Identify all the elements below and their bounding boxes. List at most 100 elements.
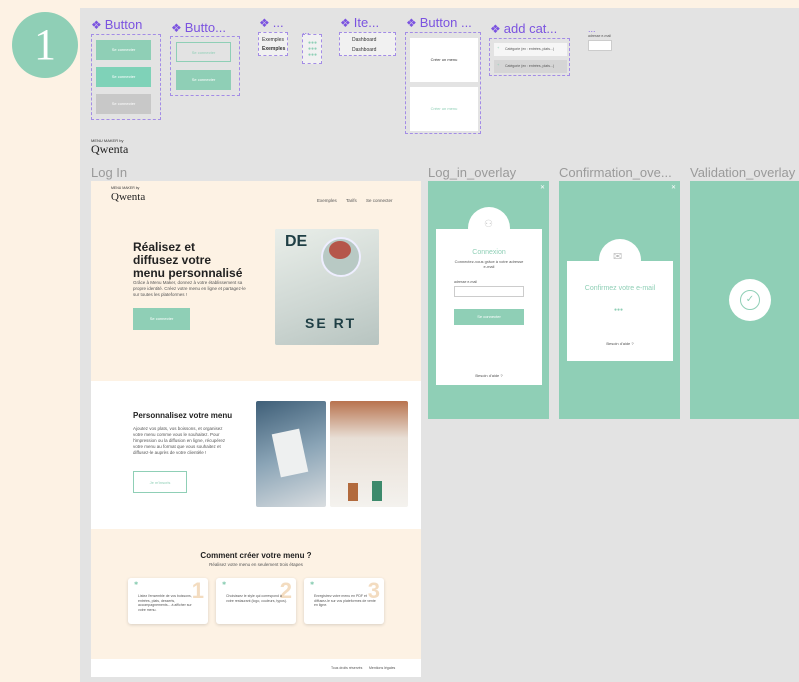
- menu-paper: [271, 428, 309, 478]
- variant-button-outline[interactable]: Se connecter: [176, 42, 231, 62]
- dots-icon: ●●● ●●● ●●●: [308, 40, 318, 58]
- footer-legal[interactable]: Mentions légales: [369, 666, 395, 670]
- menu-letters-de: DE: [285, 233, 308, 250]
- component-title-3[interactable]: ❖...: [259, 15, 284, 30]
- restaurant-photo: [330, 401, 408, 507]
- confirm-help-link[interactable]: Besoin d'aide ?: [567, 341, 673, 346]
- dessert-scoop: [329, 241, 351, 259]
- step-icon: ✱: [134, 581, 139, 587]
- close-icon[interactable]: ✕: [540, 184, 545, 191]
- nav-link-variant[interactable]: Exemples: [262, 37, 284, 43]
- variant-button-primary[interactable]: Se connecter: [96, 40, 151, 60]
- nav-exemples[interactable]: Exemples: [317, 198, 337, 203]
- variant-button-hover[interactable]: Se connecter: [96, 67, 151, 87]
- footer-rights[interactable]: Tous droits réservés: [331, 666, 362, 670]
- customize-title: Personnalisez votre menu: [133, 411, 233, 420]
- component-set-add-category[interactable]: + Catégorie (ex : entrées, plats...) + C…: [489, 38, 570, 76]
- component-icon: ❖: [171, 21, 182, 35]
- user-icon: ⚇: [484, 219, 493, 230]
- add-category-placeholder: Catégorie (ex : entrées, plats...): [505, 47, 555, 51]
- component-icon: ❖: [406, 16, 417, 30]
- variant-button-filled[interactable]: Se connecter: [176, 70, 231, 90]
- loading-dots-icon: ●●●: [614, 307, 624, 313]
- signup-button[interactable]: Je m'inscris: [133, 471, 187, 493]
- component-set-dots[interactable]: ●●● ●●● ●●●: [302, 34, 322, 64]
- login-modal: ⚇ Connexion Connectez-vous grâce à votre…: [436, 207, 542, 385]
- frame-confirmation-overlay[interactable]: ✕ ✉ Confirmez votre e-mail ●●● Besoin d'…: [559, 181, 680, 419]
- component-title-item[interactable]: ❖ Ite...: [340, 15, 379, 30]
- frame-label-login[interactable]: Log In: [91, 165, 127, 180]
- menu-letters-sert: SE RT: [305, 315, 357, 331]
- frame-login-page[interactable]: MENU MAKER by Qwenta Exemples Tarifs Se …: [91, 181, 421, 677]
- create-menu-card[interactable]: Créer un menu: [410, 38, 478, 82]
- add-category-placeholder: Catégorie (ex : entrées, plats...): [505, 64, 555, 68]
- item-variant[interactable]: Dashboard: [352, 37, 376, 43]
- steps-title: Comment créer votre menu ?: [200, 551, 312, 560]
- plus-icon: +: [497, 45, 500, 50]
- step-card-2: 2 ✱ Choisissez le style qui correspond à…: [216, 578, 296, 624]
- user-circle: ⚇: [468, 207, 510, 249]
- component-icon: ❖: [340, 16, 351, 30]
- customize-text: Ajoutez vos plats, vos boissons, et orga…: [133, 426, 226, 455]
- nav-se-connecter[interactable]: Se connecter: [366, 198, 393, 203]
- step-text: Enregistrez votre menu en PDF et diffuse…: [314, 594, 376, 607]
- create-menu-card-hover[interactable]: Créer un menu: [410, 87, 478, 131]
- step-card-3: 3 ✱ Enregistrez votre menu en PDF et dif…: [304, 578, 384, 624]
- nav-link-variant-active[interactable]: Exemples: [262, 46, 285, 52]
- step-card-1: 1 ✱ Listez l'ensemble de vos boissons, e…: [128, 578, 208, 624]
- component-title-button-3[interactable]: ❖ Button ...: [406, 15, 472, 30]
- nav-tarifs[interactable]: Tarifs: [346, 198, 357, 203]
- frame-label-validation-overlay[interactable]: Validation_overlay: [690, 165, 795, 180]
- email-field-label: adresse e-mail: [588, 34, 611, 38]
- frame-validation-overlay[interactable]: ✓: [690, 181, 799, 419]
- stool-left: [348, 483, 358, 501]
- email-field-component[interactable]: [588, 40, 612, 51]
- component-title-8[interactable]: ...: [588, 24, 596, 34]
- step-icon: ✱: [310, 581, 315, 587]
- customize-section: Personnalisez votre menu Ajoutez vos pla…: [91, 381, 421, 529]
- confirm-title: Confirmez votre e-mail: [584, 285, 656, 292]
- item-variant-active[interactable]: Dashboard: [352, 47, 376, 53]
- close-icon[interactable]: ✕: [671, 184, 676, 191]
- check-circle: ✓: [729, 279, 771, 321]
- create-menu-label: Créer un menu: [430, 106, 458, 111]
- step-text: Listez l'ensemble de vos boissons, entré…: [138, 594, 192, 612]
- hero-title: Réalisez et diffusez votre menu personna…: [133, 240, 243, 280]
- logo-qwenta: Qwenta: [91, 142, 129, 156]
- hero-connect-button[interactable]: Se connecter: [133, 308, 190, 330]
- stool-right: [372, 481, 382, 501]
- login-submit-button[interactable]: Se connecter: [454, 309, 524, 325]
- component-set-item[interactable]: Dashboard Dashboard: [339, 32, 396, 56]
- hero-photo: DE SE RT: [275, 229, 379, 345]
- email-input[interactable]: [454, 286, 524, 297]
- component-set-button-2[interactable]: Se connecter Se connecter: [170, 36, 240, 96]
- check-icon: ✓: [740, 290, 760, 310]
- create-menu-label: Créer un menu: [430, 57, 458, 62]
- frame-label-confirmation-overlay[interactable]: Confirmation_ove...: [559, 165, 672, 180]
- component-title-button[interactable]: ❖ Button: [91, 17, 142, 32]
- steps-subtitle: Réalisez votre menu en seulement trois é…: [209, 562, 303, 567]
- component-title-add-category[interactable]: ❖ add cat...: [490, 21, 557, 36]
- step-icon: ✱: [222, 581, 227, 587]
- logo-qwenta: Qwenta: [111, 191, 146, 203]
- variant-button-disabled[interactable]: Se connecter: [96, 94, 151, 114]
- component-set-create-menu[interactable]: Créer un menu Créer un menu: [405, 32, 481, 134]
- login-help-link[interactable]: Besoin d'aide ?: [436, 373, 542, 378]
- email-label: adresse e-mail: [454, 280, 477, 284]
- plus-icon: +: [497, 62, 500, 67]
- logo-caption: MENU MAKER by: [111, 186, 140, 190]
- add-category-field[interactable]: + Catégorie (ex : entrées, plats...): [494, 43, 567, 56]
- hero-section: MENU MAKER by Qwenta Exemples Tarifs Se …: [91, 181, 421, 381]
- component-icon: ❖: [91, 18, 102, 32]
- confirm-modal: ✉ Confirmez votre e-mail ●●● Besoin d'ai…: [567, 239, 673, 361]
- footer: Tous droits réservés Mentions légales: [91, 659, 421, 677]
- component-icon: ❖: [490, 22, 501, 36]
- add-category-field-hover[interactable]: + Catégorie (ex : entrées, plats...): [494, 60, 567, 73]
- menu-photo: [256, 401, 326, 507]
- component-set-nav-link[interactable]: Exemples Exemples: [258, 32, 288, 56]
- component-set-button[interactable]: Se connecter Se connecter Se connecter: [91, 34, 161, 120]
- component-title-button-2[interactable]: ❖ Butto...: [171, 20, 226, 35]
- login-text: Connectez-vous grâce à votre adresse e-m…: [454, 259, 524, 269]
- frame-login-overlay[interactable]: ✕ ⚇ Connexion Connectez-vous grâce à vot…: [428, 181, 549, 419]
- frame-label-login-overlay[interactable]: Log_in_overlay: [428, 165, 516, 180]
